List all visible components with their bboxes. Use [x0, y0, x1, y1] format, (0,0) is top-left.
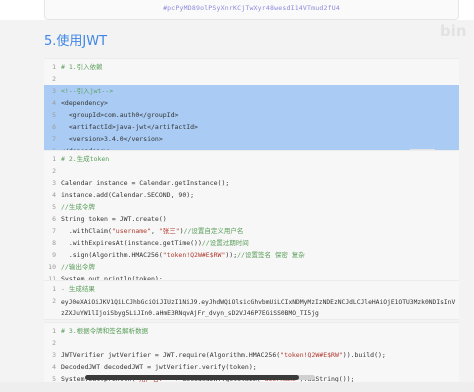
line-number: 4	[52, 191, 56, 199]
line-number: 7	[52, 227, 56, 235]
code-text: JWTVerifier jwtVerifier = JWT.require(Al…	[61, 351, 386, 359]
code-line: 5 <groupId>com.auth0</groupId>	[44, 109, 459, 121]
code-line: 7 .withClaim("username", "张三")//设置自定义用户名	[44, 225, 459, 237]
line-number: 7	[52, 135, 56, 143]
code-line: 8 .withExpiresAt(instance.getTime())//设置…	[44, 237, 459, 249]
line-number: 9	[52, 251, 56, 259]
code-line: 3 Calendar instance = Calendar.getInstanc…	[44, 177, 459, 189]
code-line: 6 <artifactId>java-jwt</artifactId>	[44, 121, 459, 133]
code-line: 1 # 3.根据令牌和签名解析数据	[44, 325, 459, 337]
line-number: 1	[52, 63, 56, 71]
watermark-logo: bin	[440, 22, 467, 40]
line-number: 5	[52, 111, 56, 119]
code-text: <groupId>com.auth0</groupId>	[61, 111, 179, 119]
code-text: //输出令牌	[61, 263, 95, 271]
code-text: # 3.根据令牌和签名解析数据	[61, 327, 149, 335]
code-line: 2	[44, 73, 459, 85]
line-number: 4	[52, 363, 56, 371]
line-number: 6	[52, 123, 56, 131]
line-number: 3	[52, 87, 56, 95]
code-line: 10 //输出令牌	[44, 261, 459, 273]
code-block-dependency[interactable]: 1 # 1.引入依赖 2 3 <!--引入jwt--> 4 <dependency> 5 <g…	[44, 58, 459, 157]
code-text: .withClaim("username", "张三")//设置自定义用户名	[61, 227, 244, 235]
line-number: 5	[52, 203, 56, 211]
line-number: 1	[52, 155, 56, 163]
code-line: 9 .sign(Algorithm.HMAC256("token!Q2W#E$R…	[44, 249, 459, 261]
section-heading: 5.使用JWT	[44, 34, 108, 49]
code-block-generate-token[interactable]: 1 # 2.生成token 2 3 Calendar instance = Calend…	[44, 150, 459, 288]
code-line: 1 # 2.生成token	[44, 153, 459, 165]
code-line: 4 <dependency>	[44, 97, 459, 109]
code-text: String token = JWT.create()	[61, 215, 167, 223]
code-line: 1 - 生成结果	[44, 283, 459, 295]
line-number: 6	[52, 215, 56, 223]
code-text: <version>3.4.0</version>	[61, 135, 163, 143]
line-number: 4	[52, 99, 56, 107]
code-text: - 生成结果	[61, 285, 95, 293]
line-number: 2	[52, 339, 56, 347]
code-text: .withExpiresAt(instance.getTime())//设置过期…	[61, 239, 249, 247]
token-output-text: #pcPyMD89olPSyXnrKCjTwXyr48wesdI14VTmud2…	[163, 4, 340, 12]
code-line: 3 JWTVerifier jwtVerifier = JWT.require(A…	[44, 349, 459, 361]
line-number: 1	[52, 327, 56, 335]
code-text: //生成令牌	[61, 203, 95, 211]
code-line: 3 <!--引入jwt-->	[44, 85, 459, 97]
code-text: instance.add(Calendar.SECOND, 90);	[61, 191, 195, 199]
code-line: 6 String token = JWT.create()	[44, 213, 459, 225]
code-line: 5 //生成令牌	[44, 201, 459, 213]
code-block-result[interactable]: 1 - 生成结果 2 eyJ0eXAiOiJKV1QiLCJhbGciOiJIUzI1…	[44, 280, 459, 320]
bottom-bar	[0, 382, 474, 392]
code-text: <!--引入jwt-->	[61, 87, 114, 95]
line-number: 1	[52, 285, 56, 293]
code-line: 1 # 1.引入依赖	[44, 61, 459, 73]
line-number: 8	[52, 239, 56, 247]
code-line: 4 instance.add(Calendar.SECOND, 90);	[44, 189, 459, 201]
code-text: # 2.生成token	[61, 155, 110, 163]
code-text: <artifactId>java-jwt</artifactId>	[61, 123, 198, 131]
result-token-text: eyJ0eXAiOiJKV1QiLCJhbGciOiJIUzI1NiJ9.eyJ…	[61, 299, 456, 317]
code-text: .sign(Algorithm.HMAC256("token!Q2W#E$RW"…	[61, 251, 305, 259]
code-text: # 1.引入依赖	[61, 63, 103, 71]
line-number: 3	[52, 351, 56, 359]
token-output-card: #pcPyMD89olPSyXnrKCjTwXyr48wesdI14VTmud2…	[44, 0, 459, 20]
line-number: 2	[52, 75, 56, 83]
code-line: 4 DecodedJWT decodedJWT = jwtVerifier.ver…	[44, 361, 459, 373]
video-progress-bar[interactable]	[85, 375, 315, 380]
line-number: 2	[52, 167, 56, 175]
code-line: 2	[44, 337, 459, 349]
video-progress-fill	[85, 375, 299, 380]
line-number: 3	[52, 179, 56, 187]
line-number: 2	[52, 297, 56, 305]
code-line: 7 <version>3.4.0</version>	[44, 133, 459, 145]
code-text: <dependency>	[61, 99, 108, 107]
top-strip: #pcPyMD89olPSyXnrKCjTwXyr48wesdI14VTmud2…	[0, 0, 474, 20]
line-number: 10	[48, 263, 56, 271]
code-line: 2	[44, 165, 459, 177]
code-text: Calendar instance = Calendar.getInstance…	[61, 179, 230, 187]
code-text: DecodedJWT decodedJWT = jwtVerifier.veri…	[61, 363, 257, 371]
